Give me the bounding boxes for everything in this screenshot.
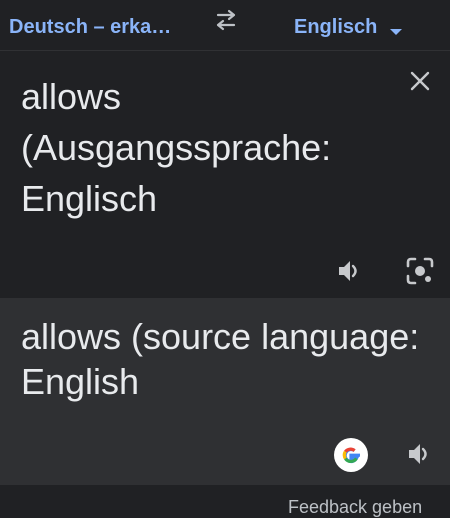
- feedback-link[interactable]: Feedback geben: [288, 497, 422, 518]
- translation-panel: allows (source language: English: [0, 298, 450, 485]
- swap-languages-icon[interactable]: [212, 9, 240, 31]
- language-bar: Deutsch – erka… Englisch: [0, 0, 450, 52]
- source-language-selector[interactable]: Deutsch – erka…: [9, 16, 171, 39]
- target-language-selector[interactable]: Englisch: [294, 16, 377, 39]
- translation-text: allows (source language: English: [21, 316, 420, 402]
- speaker-icon[interactable]: [337, 258, 363, 284]
- chevron-down-icon[interactable]: [390, 28, 402, 36]
- google-logo-icon[interactable]: [334, 438, 368, 472]
- source-text-input[interactable]: allows (Ausgangssprache: Englisch: [21, 71, 401, 224]
- source-panel: allows (Ausgangssprache: Englisch: [0, 51, 450, 298]
- speaker-icon[interactable]: [407, 441, 433, 467]
- close-icon[interactable]: [409, 70, 431, 92]
- camera-lens-icon[interactable]: [406, 257, 434, 285]
